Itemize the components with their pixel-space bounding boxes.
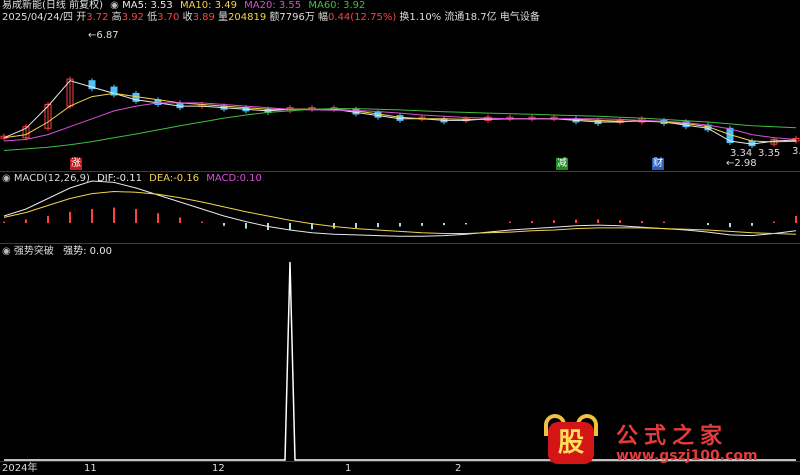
- quote-info-bar: 2025/04/24/四 开3.72 高3.92 低3.70 收3.89 量20…: [2, 12, 540, 24]
- macd-header: ◉ MACD(12,26,9) DIF:-0.11 DEA:-0.16 MACD…: [2, 173, 262, 185]
- amount-label: 额: [269, 12, 280, 23]
- logo-badge-text: 股: [548, 422, 594, 464]
- price-label-b: 3.35: [758, 148, 781, 159]
- indicator-value-label: 强势:: [63, 246, 87, 257]
- low-value: 3.70: [157, 12, 180, 23]
- ma-line-ma10: [3, 92, 797, 143]
- ma5-label: MA5:: [122, 0, 148, 11]
- price-label-a: 3.34: [730, 148, 753, 159]
- indicator-settings-icon[interactable]: ◉: [2, 246, 11, 257]
- x-axis-label-jan: 1: [345, 463, 352, 474]
- ma10-label: MA10:: [179, 0, 212, 11]
- x-axis-label-nov: 11: [84, 463, 97, 474]
- ma-settings-icon[interactable]: ◉: [110, 0, 119, 11]
- x-axis-label-dec: 12: [212, 463, 225, 474]
- ma10-value: 3.49: [214, 0, 237, 11]
- dea-label: DEA:: [149, 173, 174, 184]
- close-value: 3.89: [192, 12, 215, 23]
- panel-separator: [0, 171, 800, 172]
- quote-date: 2025/04/24/四: [2, 12, 74, 23]
- indicator-header: ◉ 强势突破 强势: 0.00: [2, 246, 112, 258]
- high-value: 3.92: [121, 12, 144, 23]
- dea-value: -0.16: [173, 173, 200, 184]
- change-label: 幅: [318, 12, 329, 23]
- event-tag-rise[interactable]: 涨: [70, 158, 82, 170]
- price-label-c: 3.: [792, 146, 800, 157]
- stock-chart-canvas[interactable]: [0, 0, 800, 475]
- ma-line-ma5: [3, 80, 797, 145]
- close-label: 收: [182, 12, 193, 23]
- macd-settings-icon[interactable]: ◉: [2, 173, 11, 184]
- ma20-value: 3.55: [278, 0, 302, 11]
- open-label: 开: [76, 12, 87, 23]
- volume-value: 204819: [228, 12, 267, 23]
- candle-body: [396, 115, 404, 121]
- macd-line-dif: [3, 180, 797, 237]
- x-axis-label-feb: 2: [455, 463, 462, 474]
- logo-title: 公式之家: [616, 424, 729, 449]
- logo-watermark: 股 公式之家 www.gszj100.com: [542, 414, 792, 470]
- ma60-value: 3.92: [343, 0, 366, 11]
- turnover-value: 换1.10%: [399, 12, 442, 23]
- amount-value: 7796万: [279, 12, 315, 23]
- volume-label: 量: [218, 12, 229, 23]
- indicator-title[interactable]: 强势突破: [14, 246, 54, 257]
- macd-lines: [3, 180, 797, 237]
- ma60-label: MA60:: [308, 0, 340, 11]
- panel-separator: [0, 243, 800, 244]
- macd-histogram: [3, 207, 797, 230]
- change-value: 0.44(12.75%): [328, 12, 397, 23]
- ma20-label: MA20:: [244, 0, 276, 11]
- event-tag-reduce[interactable]: 减: [556, 158, 568, 170]
- logo-badge: 股: [542, 414, 600, 468]
- float-value: 流通18.7亿: [444, 12, 497, 23]
- dif-label: DIF:: [97, 173, 117, 184]
- high-price-marker: ←6.87: [88, 30, 119, 41]
- ma5-value: 3.53: [150, 0, 173, 11]
- x-axis-label-year: 2024年: [2, 463, 38, 474]
- low-label: 低: [147, 12, 158, 23]
- dif-value: -0.11: [116, 173, 142, 184]
- candlestick-series: [0, 76, 800, 149]
- macd-label: MACD:: [206, 173, 240, 184]
- macd-line-dea: [3, 190, 797, 235]
- high-label: 高: [111, 12, 122, 23]
- open-value: 3.72: [86, 12, 109, 23]
- indicator-value: 0.00: [89, 246, 112, 257]
- high-price-label: 6.87: [96, 30, 119, 41]
- logo-url: www.gszj100.com: [616, 448, 758, 464]
- price-header: 易成新能(日线 前复权) ◉ MA5: 3.53 MA10: 3.49 MA20…: [2, 0, 365, 12]
- macd-value: 0.10: [239, 173, 262, 184]
- event-tag-finance[interactable]: 财: [652, 158, 664, 170]
- macd-title[interactable]: MACD(12,26,9): [14, 173, 90, 184]
- sector-value[interactable]: 电气设备: [500, 12, 540, 23]
- stock-name[interactable]: 易成新能(日线 前复权): [2, 0, 103, 11]
